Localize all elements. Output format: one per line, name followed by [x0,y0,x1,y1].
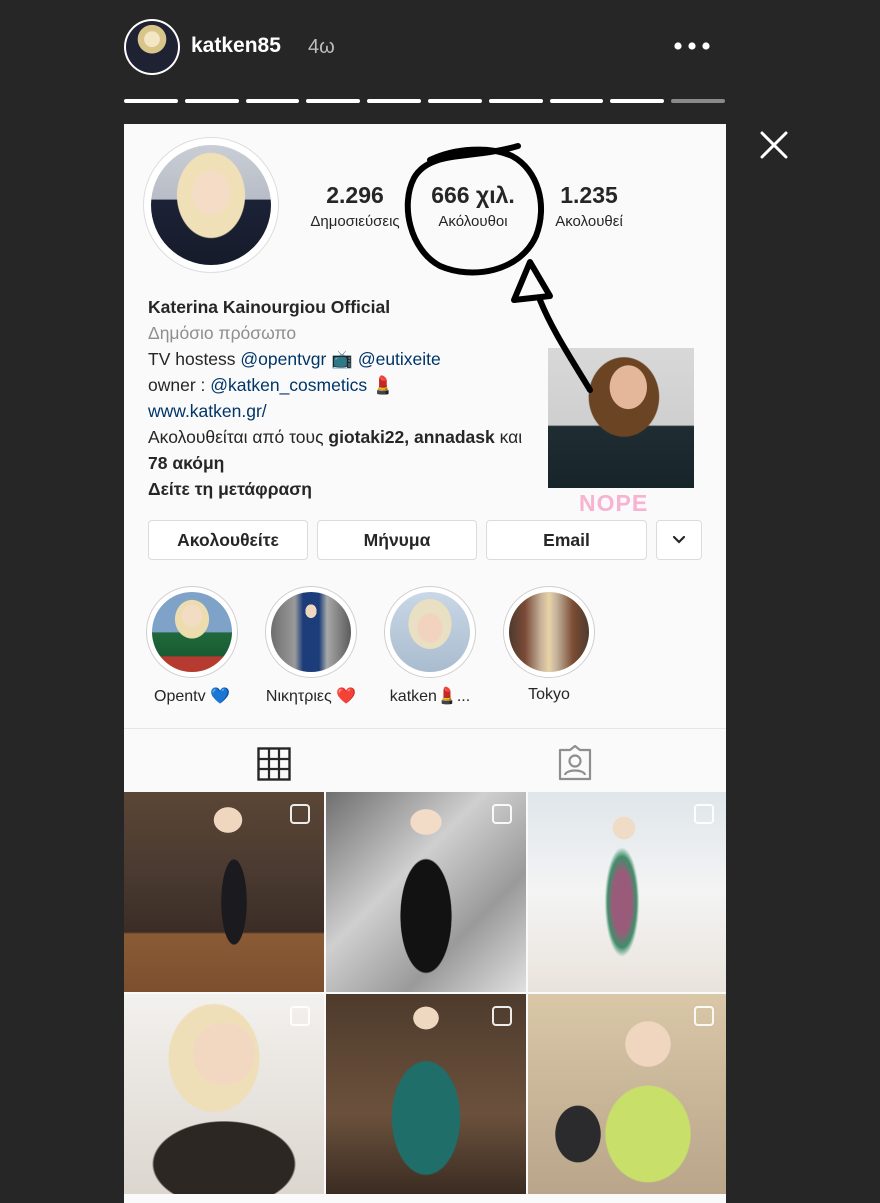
bio-handle-eutixeite[interactable]: @eutixeite [358,349,441,369]
close-icon[interactable] [756,127,792,163]
following-button[interactable]: Ακολουθείτε [148,520,308,560]
photo-grid [124,792,726,1194]
highlight-nikitries[interactable]: Νικητριες ❤️ [265,586,357,706]
followers-stat[interactable]: 666 χιλ. Ακόλουθοι [416,182,530,230]
highlight-opentv[interactable]: Opentv 💙 [146,586,238,706]
grid-photo[interactable] [124,994,324,1194]
story-timestamp: 4ω [308,36,335,58]
following-label: Ακολουθεί [555,213,623,230]
posts-count: 2.296 [326,182,384,208]
story-username[interactable]: katken85 [191,34,281,58]
followers-label: Ακόλουθοι [438,213,508,230]
bio-text: owner : [148,375,211,395]
bio-handle-katken-cosmetics[interactable]: @katken_cosmetics [210,375,367,395]
grid-photo[interactable] [326,994,526,1194]
highlight-label: Tokyo [528,686,570,703]
lipstick-emoji: 💄 [371,375,394,395]
bio-text: TV hostess [148,349,241,369]
story-progress-bar [124,99,725,104]
tv-emoji: 📺 [331,349,353,369]
profile-name: Katerina Kainourgiou Official [148,297,391,317]
followed-by-prefix: Ακολουθείται από τους [148,427,329,447]
profile-screenshot: 2.296 Δημοσιεύσεις 666 χιλ. Ακόλουθοι 1.… [124,124,726,1203]
grid-photo[interactable] [326,792,526,992]
highlight-label: Opentv 💙 [154,688,230,705]
followed-by-suffix: και [494,427,523,447]
highlight-tokyo[interactable]: Tokyo [503,586,595,704]
following-count: 1.235 [560,182,618,208]
profile-avatar[interactable] [143,137,279,273]
grid-icon[interactable] [257,747,291,786]
grid-photo[interactable] [528,994,726,1194]
sticker-text: NOPE [579,490,649,516]
message-button[interactable]: Μήνυμα [317,520,477,560]
profile-category: Δημόσιο πρόσωπο [148,323,297,343]
highlight-label: katken💄... [389,688,471,705]
posts-stat[interactable]: 2.296 Δημοσιεύσεις [300,182,410,230]
profile-tabs [124,728,726,791]
bio-handle-opentvgr[interactable]: @opentvgr [240,349,326,369]
gif-sticker[interactable] [548,348,694,488]
email-button[interactable]: Email [486,520,647,560]
suggested-dropdown-button[interactable] [656,520,702,560]
tagged-icon[interactable] [557,744,593,786]
profile-actions: Ακολουθείτε Μήνυμα Email [148,520,702,560]
grid-photo[interactable] [124,792,324,992]
highlight-katken[interactable]: katken💄... [384,586,476,706]
story-avatar[interactable] [124,19,180,75]
chevron-down-icon [672,535,686,544]
highlight-label: Νικητριες ❤️ [265,688,357,705]
following-stat[interactable]: 1.235 Ακολουθεί [534,182,644,230]
followed-by-names: giotaki22, annadask [328,427,495,447]
more-dots-icon[interactable] [672,32,712,56]
followers-count: 666 χιλ. [431,182,515,208]
grid-photo[interactable] [528,792,726,992]
posts-label: Δημοσιεύσεις [310,213,400,230]
